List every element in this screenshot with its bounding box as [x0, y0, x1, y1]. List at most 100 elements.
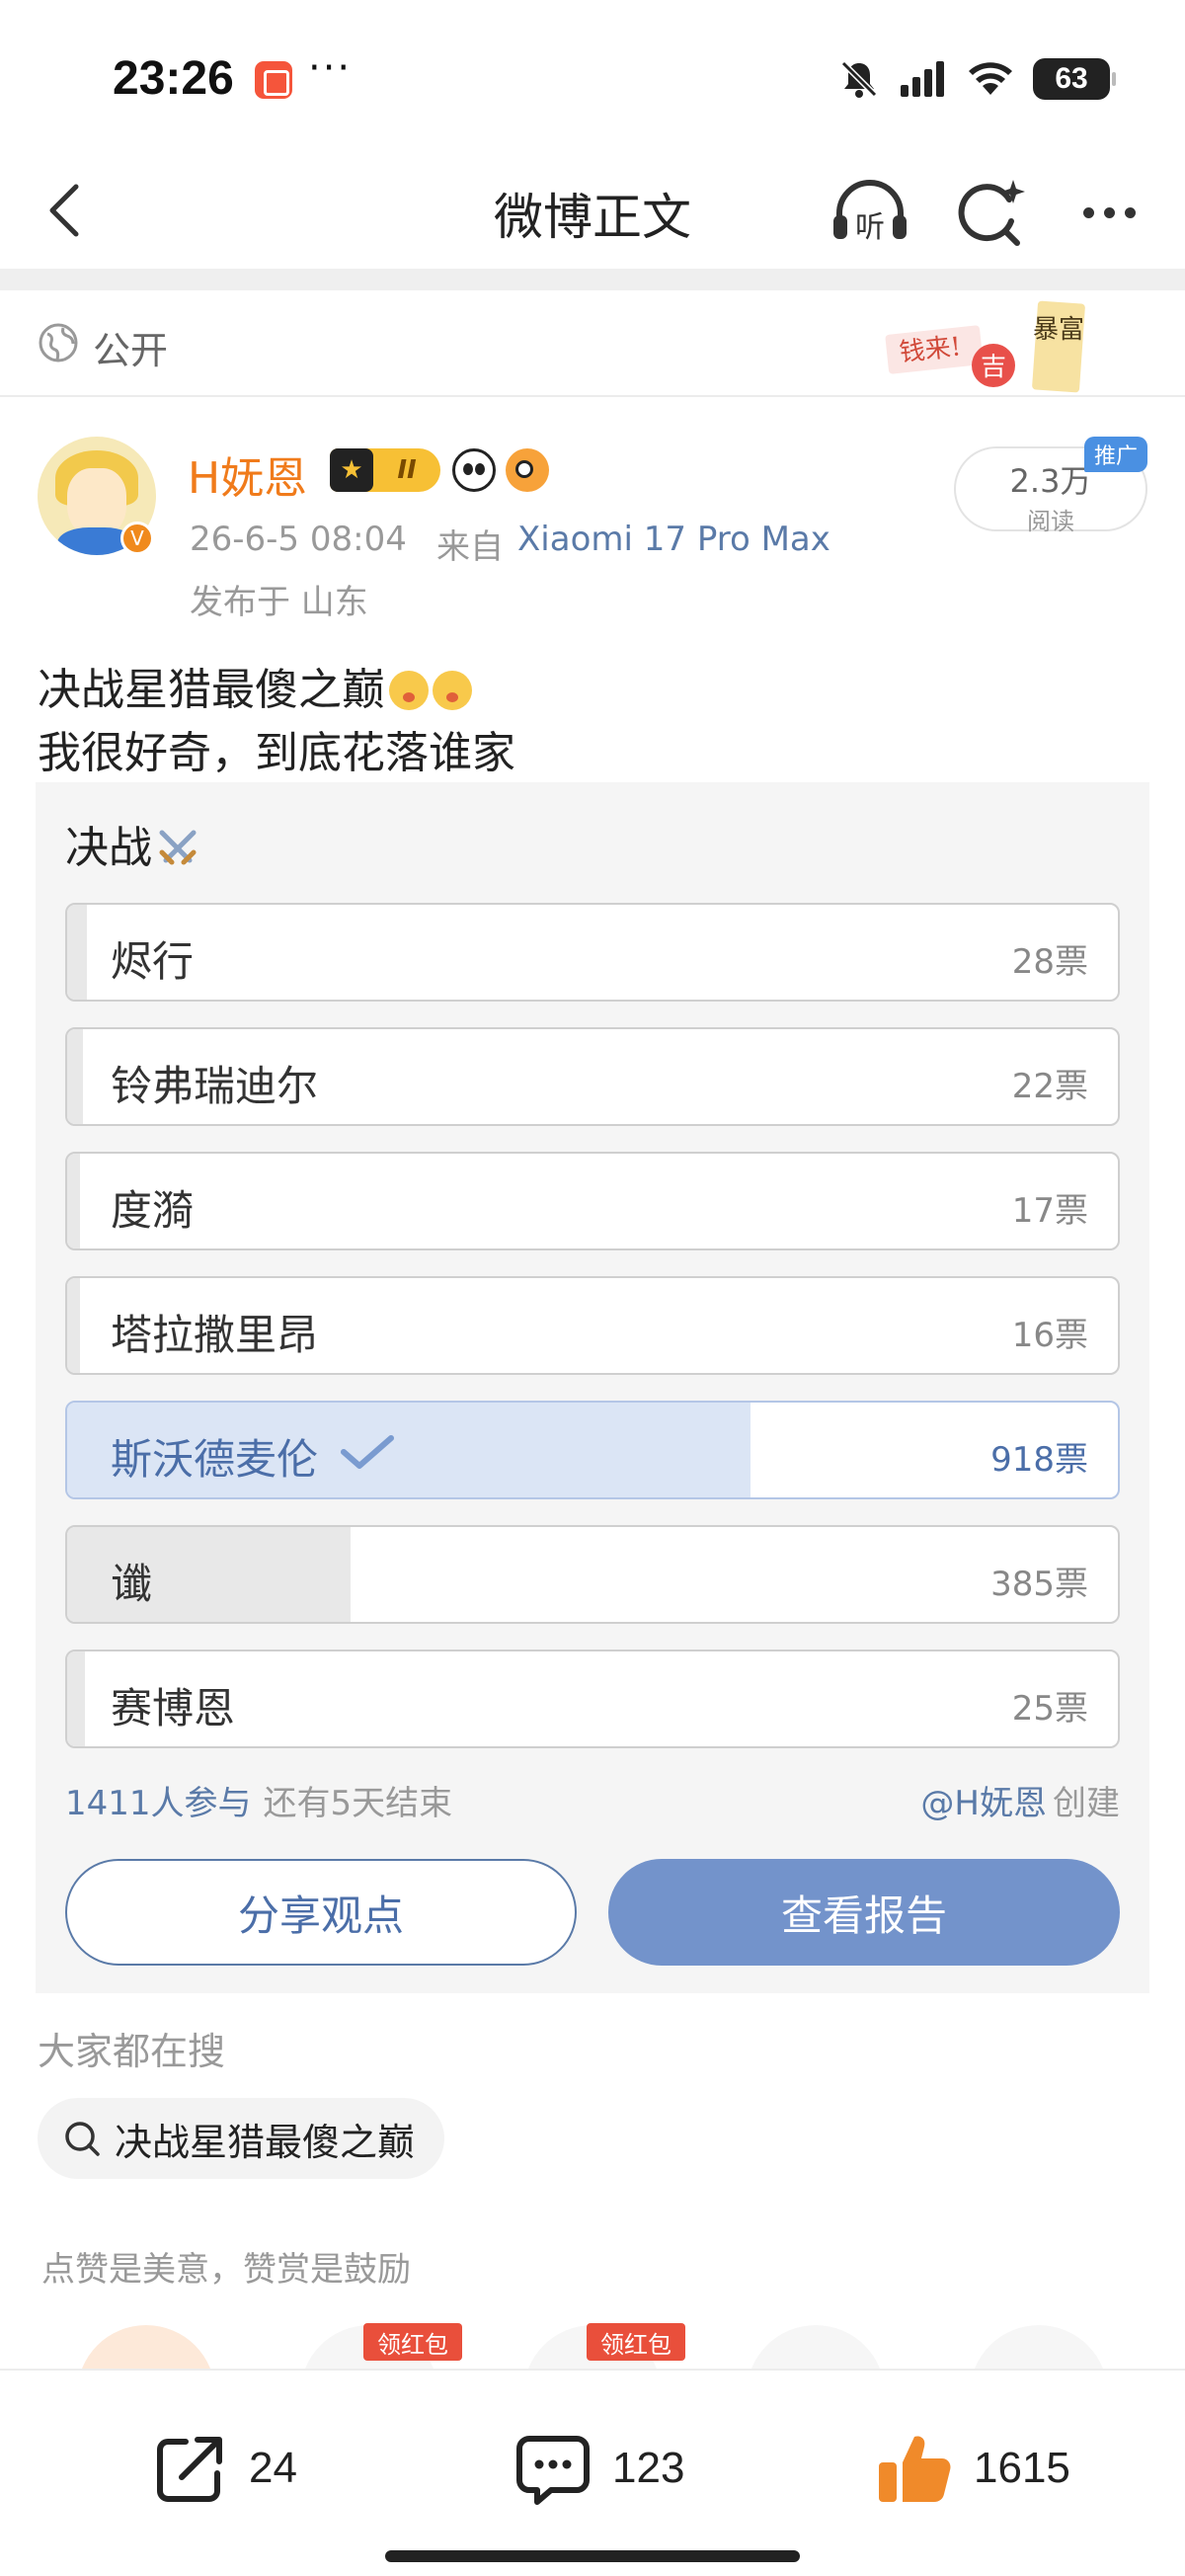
comment-count: 123	[612, 2444, 685, 2492]
repost-button[interactable]: 24	[152, 2424, 297, 2513]
search-button[interactable]	[948, 170, 1033, 255]
signal-icon	[901, 61, 944, 97]
status-bar: 23:26 ··· 63	[0, 0, 1185, 158]
headphones-listen-icon: 听	[833, 180, 907, 245]
author-name[interactable]: H妩恩	[188, 443, 307, 506]
poll-title: 决战	[65, 812, 199, 875]
poll-option-bar	[67, 1651, 86, 1746]
view-report-button[interactable]: 查看报告	[608, 1859, 1120, 1966]
panda-badge-icon[interactable]	[452, 448, 496, 492]
share-opinion-button[interactable]: 分享观点	[65, 1859, 577, 1966]
sticker-text-2: 吉	[981, 353, 1006, 382]
poll-option[interactable]: 铃弗瑞迪尔 22票	[65, 1027, 1120, 1126]
comment-bubble-icon	[516, 2436, 590, 2505]
visibility-label: 公开	[93, 329, 169, 372]
poll-option-bar	[67, 1029, 83, 1124]
poll-option-label: 赛博恩	[111, 1684, 236, 1732]
status-more-dots: ···	[308, 45, 353, 91]
poll-creator-link[interactable]: @H妩恩	[920, 1784, 1047, 1823]
reward-hint: 点赞是美意，赞赏是鼓励	[41, 2250, 411, 2290]
poll-option-votes: 28票	[1011, 942, 1088, 982]
reward-avatar[interactable]	[970, 2325, 1108, 2371]
dizzy-emoji-icon	[389, 671, 429, 710]
more-dots-icon	[1082, 206, 1094, 218]
membership-rank: II	[397, 455, 417, 485]
dizzy-emoji-icon	[433, 671, 472, 710]
poll-option-votes: 25票	[1011, 1689, 1088, 1729]
poll-creator-info: @H妩恩 创建	[920, 1776, 1120, 1824]
poll-option[interactable]: 度漪 17票	[65, 1152, 1120, 1250]
red-packet-tag[interactable]: 领红包	[363, 2323, 462, 2361]
status-icons: 63	[837, 57, 1116, 101]
lucky-sticker-decoration: 钱来! 吉 暴富	[885, 300, 1085, 393]
poll-option-votes: 16票	[1011, 1316, 1088, 1355]
reward-avatar[interactable]	[747, 2325, 885, 2371]
read-label: 阅读	[1027, 508, 1074, 535]
checkmark-icon	[341, 1435, 394, 1469]
listen-button[interactable]: 听	[828, 170, 912, 255]
post-time: 26-6-5 08:04	[190, 520, 407, 559]
crossed-swords-icon	[159, 830, 197, 865]
visibility-row: 公开 钱来! 吉 暴富	[0, 290, 1185, 397]
fish-badge-icon[interactable]	[506, 448, 549, 492]
poll-option-label: 塔拉撒里昂	[111, 1311, 319, 1359]
poll-option[interactable]: 谶 385票	[65, 1525, 1120, 1624]
poll-option[interactable]: 斯沃德麦伦 918票	[65, 1401, 1120, 1499]
post-source-label: 来自	[436, 527, 504, 567]
sticker-text-3: 暴富	[1033, 315, 1084, 345]
poll-option-label: 铃弗瑞迪尔	[111, 1062, 319, 1110]
verified-badge-icon: V	[120, 522, 154, 555]
poll-participants: 1411人参与	[65, 1784, 252, 1823]
membership-crown-badge[interactable]: ★ II	[330, 448, 440, 492]
trending-search-chip[interactable]: 决战星猎最傻之巅	[38, 2098, 445, 2179]
status-time: 23:26	[113, 52, 234, 105]
poll-option[interactable]: 赛博恩 25票	[65, 1650, 1120, 1748]
poll-option-label: 烬行	[111, 937, 195, 986]
post-source-device[interactable]: Xiaomi 17 Pro Max	[517, 520, 830, 559]
trending-label: 大家都在搜	[38, 2030, 226, 2073]
like-count: 1615	[974, 2444, 1070, 2492]
trending-query: 决战星猎最傻之巅	[115, 2120, 416, 2164]
poll-title-text: 决战	[65, 823, 152, 873]
poll-stats: 1411人参与 还有5天结束	[65, 1776, 452, 1824]
listen-label: 听	[855, 210, 885, 245]
wifi-icon	[969, 62, 1012, 95]
more-dots-icon	[1103, 206, 1115, 218]
battery-icon: 63	[1033, 58, 1116, 100]
search-icon	[65, 2122, 100, 2156]
poll-option-votes: 22票	[1011, 1067, 1088, 1106]
post-location: 发布于 山东	[190, 583, 368, 622]
poll-option[interactable]: 烬行 28票	[65, 903, 1120, 1002]
poll-created-label: 创建	[1053, 1784, 1120, 1823]
globe-icon	[39, 323, 78, 362]
more-button[interactable]	[1066, 170, 1151, 255]
poll-option-bar	[67, 1154, 80, 1248]
reward-avatars-row: 领红包 领红包	[0, 2301, 1185, 2371]
poll-option-label: 谶	[111, 1560, 153, 1608]
like-button[interactable]: 1615	[875, 2424, 1070, 2513]
poll-option-label: 斯沃德麦伦	[111, 1435, 319, 1484]
red-packet-tag[interactable]: 领红包	[587, 2323, 685, 2361]
post-text-line-1: 决战星猎最傻之巅	[38, 654, 472, 717]
post-text: 决战星猎最傻之巅	[38, 665, 385, 715]
more-dots-icon	[1124, 206, 1136, 218]
poll-option-votes: 918票	[990, 1440, 1088, 1480]
reward-avatar[interactable]	[77, 2325, 215, 2371]
poll-option-bar	[67, 1278, 80, 1373]
comment-button[interactable]: 123	[514, 2424, 684, 2513]
post-text-line-2: 我很好奇，到底花落谁家	[38, 728, 515, 778]
author-header: V H妩恩 ★ II 26-6-5 08:04 来自 Xiaomi 17 Pro…	[0, 397, 1185, 634]
poll-deadline: 还有5天结束	[263, 1784, 453, 1823]
crown-icon: ★	[330, 448, 373, 492]
nav-bar: 微博正文 听	[0, 158, 1185, 267]
poll-option-label: 度漪	[111, 1186, 195, 1235]
section-divider	[0, 269, 1185, 290]
promote-tag: 推广	[1084, 437, 1147, 472]
mute-bell-icon	[840, 60, 878, 98]
poll-option-bar	[67, 905, 88, 1000]
thumbs-up-icon	[879, 2436, 951, 2502]
poll-option-votes: 17票	[1011, 1191, 1088, 1231]
poll-option[interactable]: 塔拉撒里昂 16票	[65, 1276, 1120, 1375]
home-indicator[interactable]	[385, 2550, 800, 2562]
search-sparkle-icon	[958, 180, 1025, 246]
